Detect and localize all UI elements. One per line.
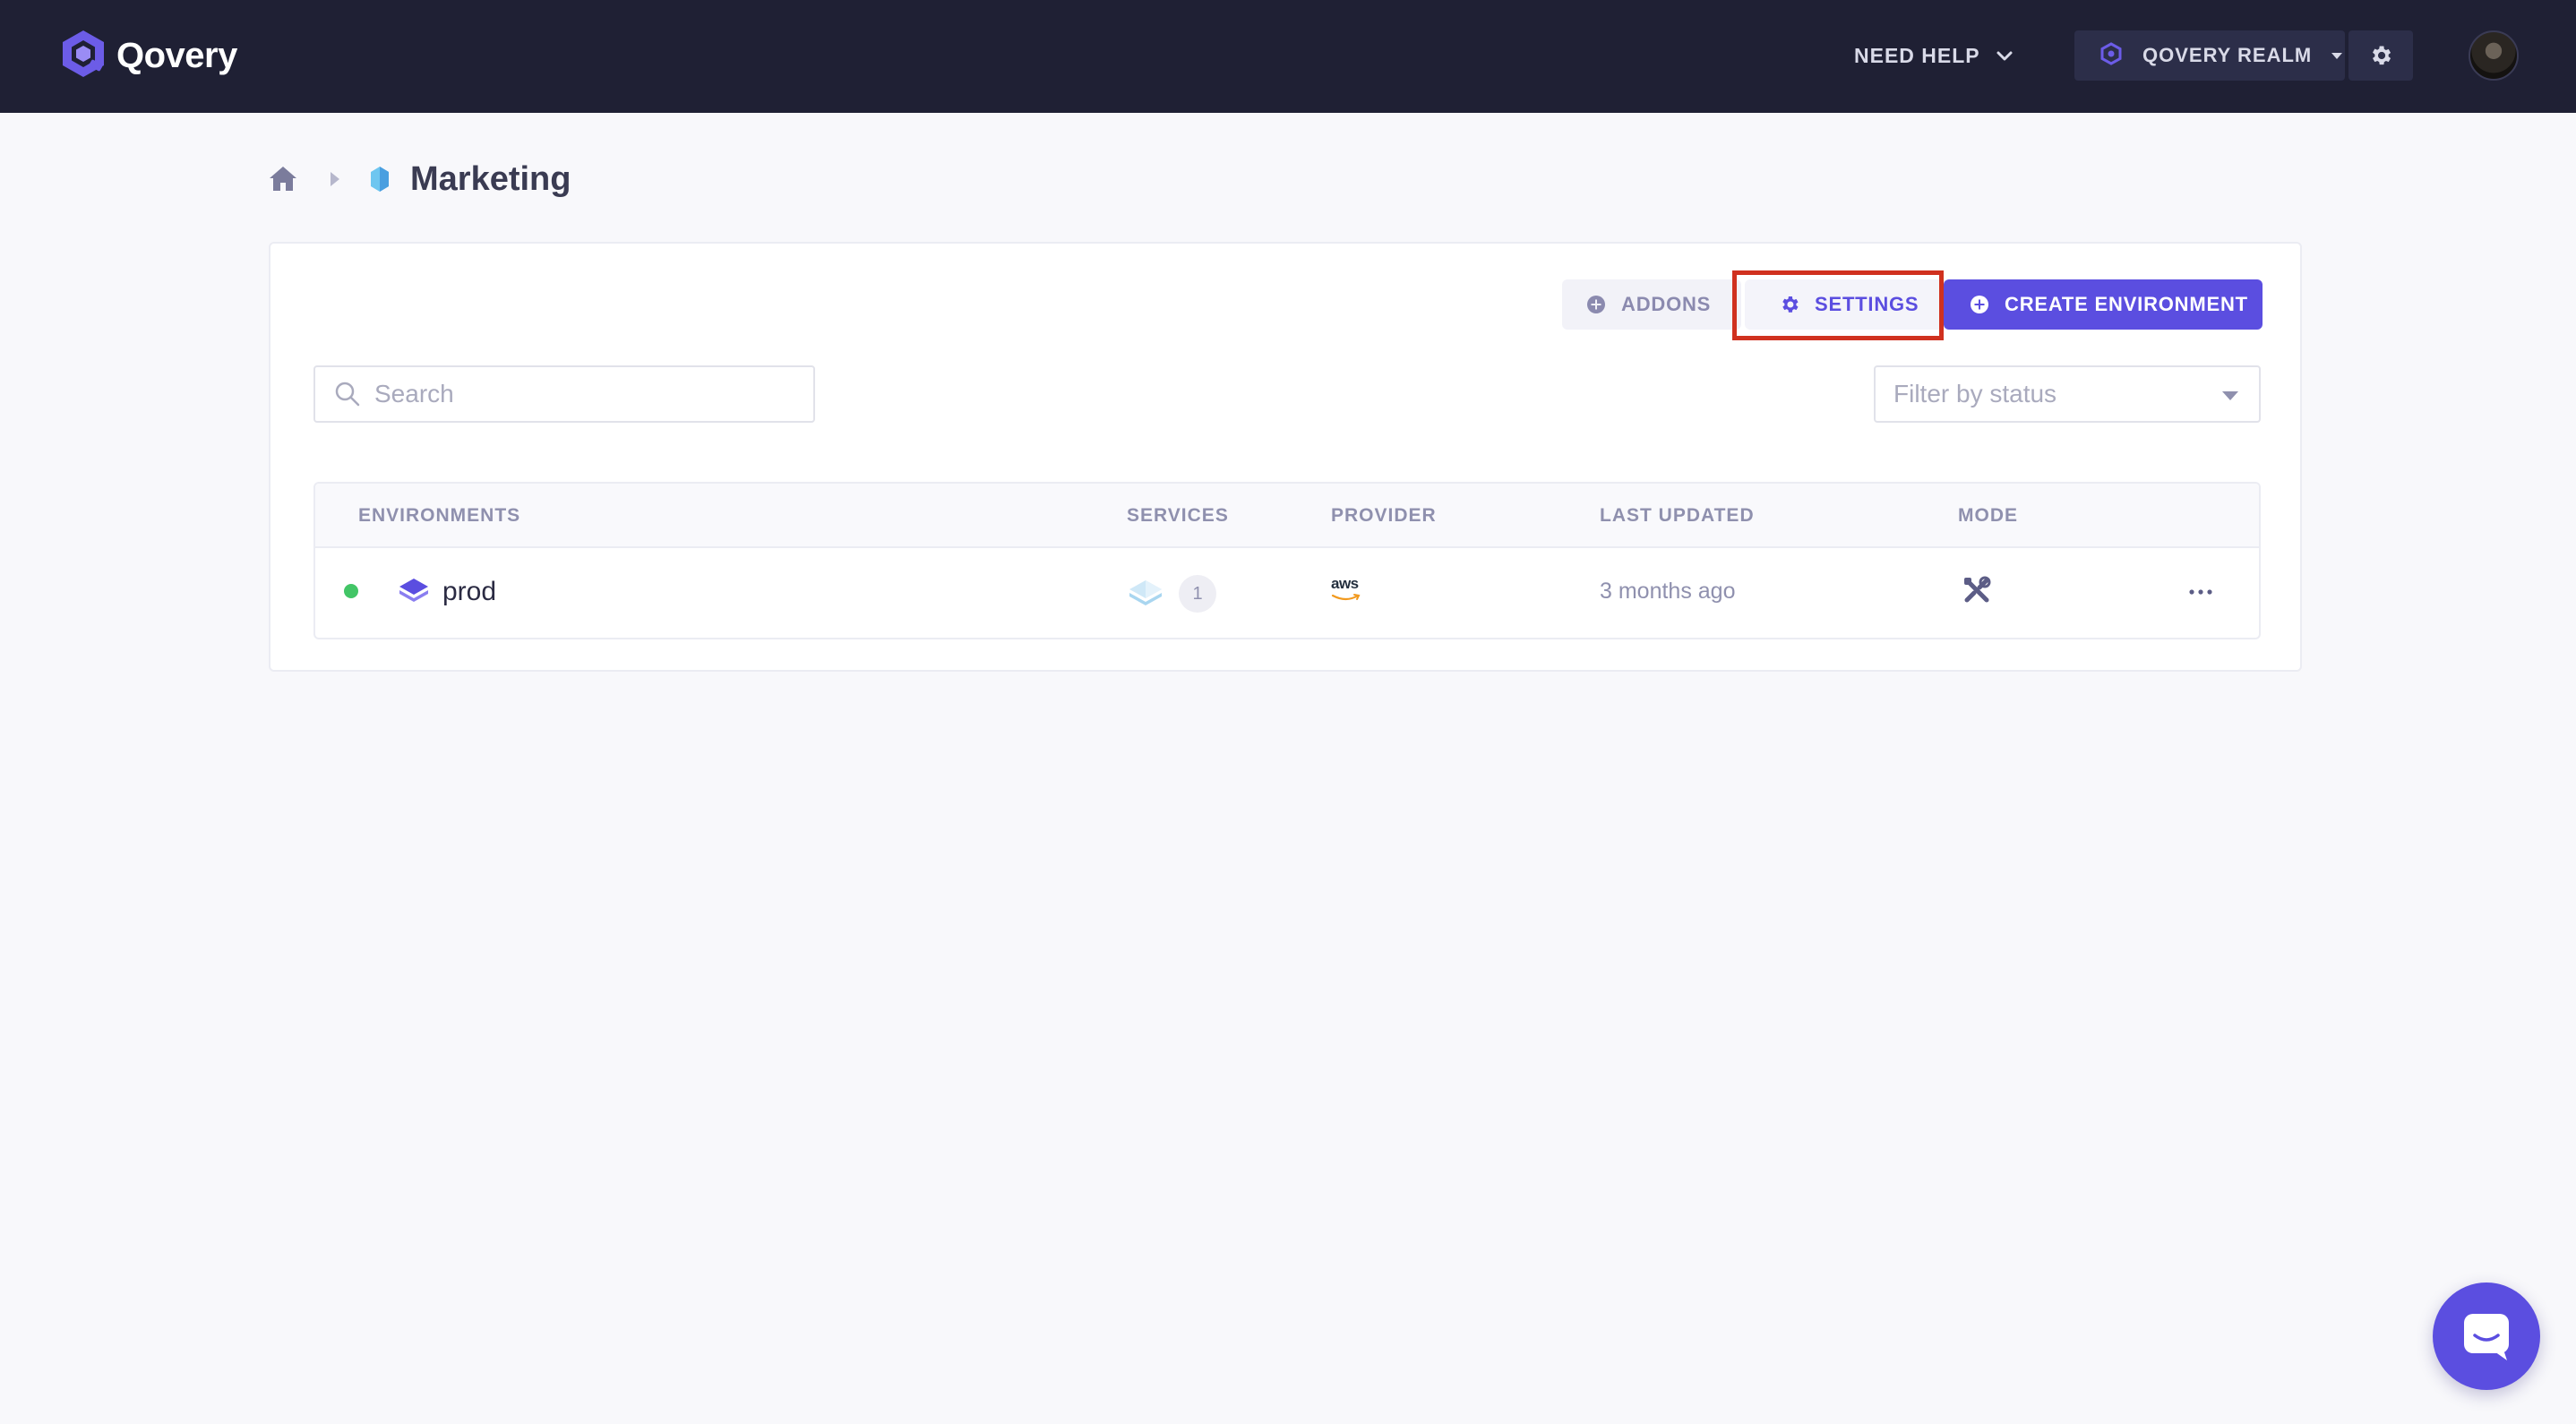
caret-down-icon	[2330, 48, 2344, 63]
caret-down-icon	[2221, 390, 2239, 401]
home-icon[interactable]	[267, 163, 299, 195]
column-header-provider: PROVIDER	[1331, 505, 1437, 526]
user-avatar[interactable]	[2469, 30, 2519, 81]
organization-icon	[2099, 41, 2123, 70]
more-horizontal-icon[interactable]	[2187, 579, 2214, 605]
need-help-label: NEED HELP	[1854, 43, 1980, 67]
page-title: Marketing	[410, 159, 571, 198]
plus-circle-icon	[1587, 296, 1605, 313]
settings-label: SETTINGS	[1815, 293, 1919, 315]
filter-placeholder: Filter by status	[1893, 380, 2057, 407]
last-updated-value: 3 months ago	[1600, 579, 1736, 604]
aws-smile-icon	[1331, 594, 1361, 601]
column-header-environments: ENVIRONMENTS	[358, 505, 521, 526]
filter-by-status-select[interactable]: Filter by status	[1874, 365, 2261, 423]
aws-provider-logo: aws	[1331, 575, 1367, 607]
search-icon	[335, 382, 360, 407]
project-icon	[369, 166, 391, 193]
chat-icon	[2464, 1314, 2509, 1360]
create-environment-label: CREATE ENVIRONMENT	[2005, 293, 2248, 315]
addons-label: ADDONS	[1621, 293, 1712, 315]
breadcrumb-separator-icon	[328, 169, 342, 189]
organization-settings-button[interactable]	[2348, 30, 2413, 81]
column-header-last-updated: LAST UPDATED	[1600, 505, 1755, 526]
qovery-logo-icon	[57, 28, 109, 84]
provider-name: aws	[1331, 575, 1359, 592]
chat-launcher-button[interactable]	[2433, 1282, 2540, 1390]
organization-name: QOVERY REALM	[2142, 44, 2313, 66]
tools-icon	[1962, 575, 1992, 605]
organization-selector[interactable]: QOVERY REALM	[2074, 30, 2345, 81]
create-environment-button[interactable]: CREATE ENVIRONMENT	[1944, 279, 2263, 330]
table-header: ENVIRONMENTS SERVICES PROVIDER LAST UPDA…	[315, 484, 2259, 548]
search-input[interactable]	[374, 380, 804, 408]
plus-circle-icon	[1971, 296, 1988, 313]
column-header-services: SERVICES	[1127, 505, 1229, 526]
environment-icon	[398, 577, 430, 605]
top-navbar: Qovery NEED HELP QOVERY REALM	[0, 0, 2576, 113]
environment-name[interactable]: prod	[442, 577, 496, 607]
logo-text: Qovery	[116, 35, 237, 75]
services-count-badge: 1	[1179, 575, 1216, 613]
status-running-indicator	[344, 584, 358, 598]
addons-button[interactable]: ADDONS	[1562, 279, 1741, 330]
environments-card: ADDONS SETTINGS CREATE ENVIRONMENT Filte…	[269, 242, 2302, 672]
need-help-menu[interactable]: NEED HELP	[1854, 32, 2014, 79]
chevron-down-icon	[1996, 51, 2013, 61]
environments-table: ENVIRONMENTS SERVICES PROVIDER LAST UPDA…	[313, 482, 2261, 639]
table-row[interactable]: prod 1 aws 3 months ago	[315, 548, 2259, 638]
settings-button[interactable]: SETTINGS	[1745, 279, 1947, 330]
qovery-logo[interactable]: Qovery	[57, 27, 237, 84]
gear-icon	[2373, 46, 2391, 65]
search-field[interactable]	[313, 365, 815, 423]
column-header-mode: MODE	[1958, 505, 2018, 526]
gear-icon	[1782, 296, 1799, 313]
breadcrumb: Marketing	[267, 156, 571, 202]
services-stack-icon	[1127, 577, 1164, 609]
